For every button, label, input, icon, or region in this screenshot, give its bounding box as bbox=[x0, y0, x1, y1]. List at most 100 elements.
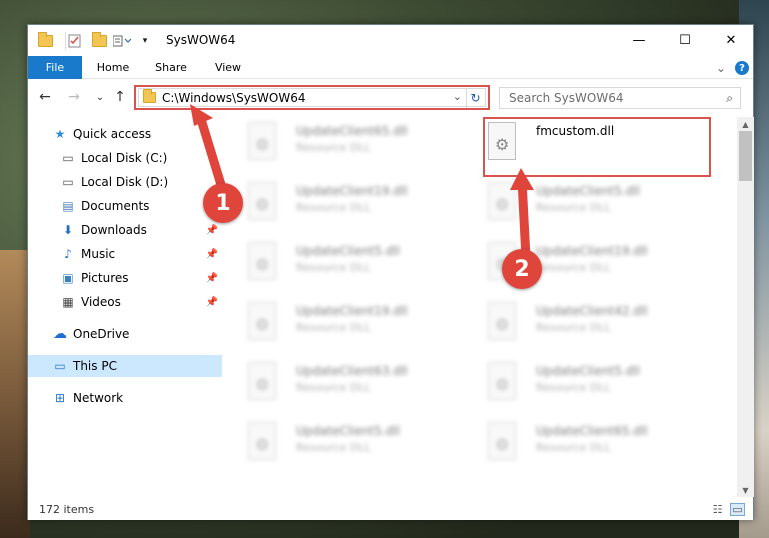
sidebar-item-label: Local Disk (D:) bbox=[81, 175, 169, 189]
sidebar-item-local-disk-c[interactable]: ▭ Local Disk (C:) bbox=[28, 147, 222, 169]
properties-icon[interactable] bbox=[65, 32, 83, 50]
sidebar-item-label: Network bbox=[73, 391, 124, 405]
up-button[interactable]: ↑ bbox=[111, 88, 129, 106]
refresh-icon[interactable]: ↻ bbox=[466, 88, 484, 108]
list-item[interactable]: UpdateClient42.dll Resource DLL bbox=[468, 297, 698, 349]
file-name: UpdateClient63.dll bbox=[296, 364, 408, 378]
dll-file-icon bbox=[248, 242, 276, 280]
list-item[interactable]: UpdateClient63.dll Resource DLL bbox=[228, 357, 458, 409]
list-item[interactable]: UpdateClient5.dll Resource DLL bbox=[468, 177, 698, 229]
search-placeholder: Search SysWOW64 bbox=[509, 91, 624, 105]
customize-quick-access-icon[interactable] bbox=[112, 32, 134, 50]
quick-access-dropdown-icon[interactable]: ▾ bbox=[138, 32, 152, 50]
file-name: UpdateClient19.dll bbox=[296, 304, 408, 318]
drive-icon: ▭ bbox=[62, 175, 74, 189]
recent-locations-button[interactable]: ⌄ bbox=[91, 88, 109, 106]
dll-file-icon bbox=[488, 302, 516, 340]
sidebar-item-videos[interactable]: ▦ Videos 📌 bbox=[28, 291, 222, 313]
file-type: Resource DLL bbox=[296, 201, 371, 214]
sidebar-item-network[interactable]: ⊞ Network bbox=[28, 387, 222, 409]
search-icon[interactable]: ⌕ bbox=[726, 91, 733, 106]
file-name: UpdateClient19.dll bbox=[296, 184, 408, 198]
item-count: 172 items bbox=[39, 503, 95, 516]
scrollbar-thumb[interactable] bbox=[739, 131, 752, 181]
file-name: UpdateClient65.dll bbox=[536, 424, 648, 438]
music-icon: ♪ bbox=[64, 247, 72, 261]
file-name: UpdateClient42.dll bbox=[536, 304, 648, 318]
file-type: Resource DLL bbox=[536, 201, 611, 214]
file-type: Resource DLL bbox=[536, 321, 611, 334]
forward-button[interactable]: → bbox=[65, 88, 83, 106]
list-item[interactable]: UpdateClient19.dll Resource DLL bbox=[228, 177, 458, 229]
tab-share[interactable]: Share bbox=[146, 56, 196, 79]
sidebar-item-this-pc[interactable]: ▭ This PC bbox=[28, 355, 222, 377]
file-name: UpdateClient5.dll bbox=[536, 184, 640, 198]
minimize-button[interactable]: — bbox=[616, 25, 662, 55]
file-type: Resource DLL bbox=[536, 261, 611, 274]
sidebar-item-label: Local Disk (C:) bbox=[81, 151, 168, 165]
large-icons-view-icon[interactable]: ▭ bbox=[730, 503, 745, 516]
pin-icon: 📌 bbox=[205, 272, 218, 284]
tab-view[interactable]: View bbox=[203, 56, 253, 79]
desktop-background-rock bbox=[0, 250, 30, 538]
expand-ribbon-icon[interactable]: ⌄ bbox=[714, 61, 728, 75]
back-button[interactable]: ← bbox=[36, 88, 54, 106]
computer-icon: ▭ bbox=[54, 359, 66, 373]
address-bar[interactable]: C:\Windows\SysWOW64 ⌄ ↻ bbox=[134, 85, 490, 110]
file-type: Resource DLL bbox=[536, 381, 611, 394]
navigation-pane: ★ Quick access ▭ Local Disk (C:) ▭ Local… bbox=[28, 117, 222, 497]
network-icon: ⊞ bbox=[54, 391, 66, 405]
scroll-up-icon[interactable]: ▲ bbox=[737, 117, 754, 131]
details-view-icon[interactable]: ☷ bbox=[710, 503, 725, 516]
address-path: C:\Windows\SysWOW64 bbox=[162, 91, 306, 105]
callout-step-1: 1 bbox=[203, 183, 243, 223]
folder-icon bbox=[36, 32, 54, 50]
close-button[interactable]: ✕ bbox=[708, 25, 754, 55]
address-dropdown-icon[interactable]: ⌄ bbox=[453, 90, 462, 103]
vertical-scrollbar[interactable]: ▲ ▼ bbox=[737, 117, 754, 497]
dll-file-icon bbox=[488, 182, 516, 220]
new-folder-icon[interactable] bbox=[90, 32, 108, 50]
list-item[interactable]: UpdateClient5.dll Resource DLL bbox=[228, 417, 458, 469]
sidebar-item-onedrive[interactable]: ☁ OneDrive bbox=[28, 323, 222, 345]
sidebar-item-documents[interactable]: ▤ Documents 📌 bbox=[28, 195, 222, 217]
cloud-icon: ☁ bbox=[53, 326, 67, 342]
videos-icon: ▦ bbox=[62, 295, 74, 309]
file-list: UpdateClient65.dll Resource DLL UpdateCl… bbox=[228, 117, 738, 497]
tab-home[interactable]: Home bbox=[88, 56, 138, 79]
file-type: Resource DLL bbox=[296, 381, 371, 394]
sidebar-item-music[interactable]: ♪ Music 📌 bbox=[28, 243, 222, 265]
file-name: UpdateClient65.dll bbox=[296, 124, 408, 138]
download-icon: ⬇ bbox=[62, 223, 74, 237]
list-item[interactable]: UpdateClient5.dll Resource DLL bbox=[468, 357, 698, 409]
maximize-button[interactable]: ☐ bbox=[662, 25, 708, 55]
file-type: Resource DLL bbox=[296, 141, 371, 154]
tab-file[interactable]: File bbox=[28, 56, 82, 79]
list-item[interactable]: UpdateClient5.dll Resource DLL bbox=[228, 237, 458, 289]
sidebar-item-pictures[interactable]: ▣ Pictures 📌 bbox=[28, 267, 222, 289]
dll-file-icon bbox=[488, 362, 516, 400]
sidebar-item-label: Downloads bbox=[81, 223, 147, 237]
ribbon-tabs: File Home Share View ⌄ ? bbox=[28, 56, 753, 79]
sidebar-item-downloads[interactable]: ⬇ Downloads 📌 bbox=[28, 219, 222, 241]
list-item[interactable]: UpdateClient19.dll Resource DLL bbox=[228, 297, 458, 349]
sidebar-item-label: Music bbox=[81, 247, 116, 261]
file-name: UpdateClient5.dll bbox=[296, 424, 400, 438]
file-type: Resource DLL bbox=[296, 321, 371, 334]
list-item[interactable]: UpdateClient65.dll Resource DLL bbox=[228, 117, 458, 169]
file-name: UpdateClient5.dll bbox=[296, 244, 400, 258]
sidebar-item-label: Quick access bbox=[73, 127, 152, 141]
star-icon: ★ bbox=[54, 127, 66, 141]
sidebar-item-local-disk-d[interactable]: ▭ Local Disk (D:) bbox=[28, 171, 222, 193]
scroll-down-icon[interactable]: ▼ bbox=[737, 483, 754, 497]
dll-file-icon bbox=[248, 422, 276, 460]
sidebar-item-label: This PC bbox=[73, 359, 117, 373]
navigation-row: ← → ⌄ ↑ C:\Windows\SysWOW64 ⌄ ↻ Search S… bbox=[28, 81, 753, 113]
sidebar-item-label: Documents bbox=[81, 199, 150, 213]
help-icon[interactable]: ? bbox=[735, 61, 749, 75]
dll-file-icon bbox=[248, 362, 276, 400]
search-input[interactable]: Search SysWOW64 ⌕ bbox=[499, 87, 741, 109]
list-item[interactable]: UpdateClient65.dll Resource DLL bbox=[468, 417, 698, 469]
sidebar-item-quick-access[interactable]: ★ Quick access bbox=[28, 123, 222, 145]
status-bar: 172 items ☷ ▭ bbox=[28, 499, 753, 520]
